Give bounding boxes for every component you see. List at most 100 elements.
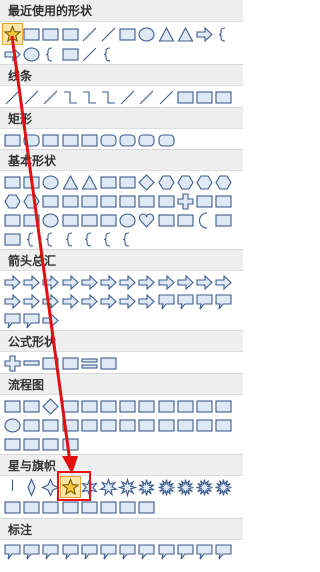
elbow-arrow-shape-icon[interactable] bbox=[80, 87, 99, 107]
fc-data-shape-icon[interactable] bbox=[61, 396, 80, 416]
star24-shape-icon[interactable] bbox=[195, 477, 214, 497]
lightning-shape-icon[interactable] bbox=[157, 210, 176, 230]
cross-shape-icon[interactable] bbox=[176, 191, 195, 211]
triangle-shape-icon[interactable] bbox=[157, 24, 176, 44]
arrow-down-shape-icon[interactable] bbox=[3, 44, 22, 64]
star5-shape-icon[interactable] bbox=[1, 23, 24, 45]
fc-magdisk-shape-icon[interactable] bbox=[22, 434, 41, 454]
bracket-shape-icon[interactable] bbox=[41, 44, 60, 64]
moon-shape-icon[interactable] bbox=[195, 210, 214, 230]
plaque-shape-icon[interactable] bbox=[195, 191, 214, 211]
curve-s-shape-icon[interactable] bbox=[118, 87, 137, 107]
callout-border1-shape-icon[interactable] bbox=[195, 541, 214, 561]
explosion1-shape-icon[interactable] bbox=[3, 477, 22, 497]
vtextbox-shape-icon[interactable] bbox=[22, 172, 41, 192]
callout-rect-shape-icon[interactable] bbox=[3, 541, 22, 561]
arrow-right-shape-icon[interactable] bbox=[3, 272, 22, 292]
callout-quad-shape-icon[interactable] bbox=[22, 310, 41, 330]
cloud-shape-icon[interactable] bbox=[214, 210, 233, 230]
brace-l-shape-icon[interactable] bbox=[99, 44, 118, 64]
oval-shape-icon[interactable] bbox=[41, 172, 60, 192]
arrow-chevron-shape-icon[interactable] bbox=[137, 291, 156, 311]
curve-dbl-shape-icon[interactable] bbox=[157, 87, 176, 107]
cube-shape-icon[interactable] bbox=[3, 210, 22, 230]
callout-line1-shape-icon[interactable] bbox=[80, 541, 99, 561]
scribble-shape-icon[interactable] bbox=[214, 87, 233, 107]
callout-oval-shape-icon[interactable] bbox=[41, 541, 60, 561]
rect-shape-icon[interactable] bbox=[118, 24, 137, 44]
diagstripe-shape-icon[interactable] bbox=[157, 191, 176, 211]
line-diag-shape-icon[interactable] bbox=[99, 24, 118, 44]
hexagon-shape-icon[interactable] bbox=[176, 172, 195, 192]
arrow-bent-shape-icon[interactable] bbox=[157, 272, 176, 292]
round2-shape-icon[interactable] bbox=[137, 130, 156, 150]
arrow-quad-shape-icon[interactable] bbox=[118, 272, 137, 292]
arrow-uturn-shape-icon[interactable] bbox=[176, 272, 195, 292]
noSymbol-shape-icon[interactable] bbox=[61, 210, 80, 230]
smiley-shape-icon[interactable] bbox=[118, 210, 137, 230]
fc-or-shape-icon[interactable] bbox=[99, 415, 118, 435]
fc-process-shape-icon[interactable] bbox=[3, 396, 22, 416]
parallelogram-shape-icon[interactable] bbox=[99, 172, 118, 192]
fc-card-shape-icon[interactable] bbox=[41, 415, 60, 435]
star32-shape-icon[interactable] bbox=[214, 477, 233, 497]
arrow-curved-l-shape-icon[interactable] bbox=[22, 291, 41, 311]
multiply-shape-icon[interactable] bbox=[41, 353, 60, 373]
heart-shape-icon[interactable] bbox=[137, 210, 156, 230]
doublewave-shape-icon[interactable] bbox=[137, 497, 156, 517]
lshape-shape-icon[interactable] bbox=[137, 191, 156, 211]
arrow-down-shape-icon[interactable] bbox=[61, 272, 80, 292]
pentagon-shape-icon[interactable] bbox=[157, 172, 176, 192]
bracket-r-shape-icon[interactable] bbox=[80, 229, 99, 249]
callout-line2-shape-icon[interactable] bbox=[99, 541, 118, 561]
fc-sumjunction-shape-icon[interactable] bbox=[80, 415, 99, 435]
elbow-dbl-shape-icon[interactable] bbox=[99, 87, 118, 107]
line-dbl-arrow-shape-icon[interactable] bbox=[41, 87, 60, 107]
line-shape-icon[interactable] bbox=[80, 24, 99, 44]
fc-decision-shape-icon[interactable] bbox=[41, 396, 60, 416]
arrow-striped-shape-icon[interactable] bbox=[80, 291, 99, 311]
arrow-bentup-shape-icon[interactable] bbox=[214, 272, 233, 292]
wave-shape-icon[interactable] bbox=[118, 497, 137, 517]
bracket-l-shape-icon[interactable] bbox=[61, 229, 80, 249]
arrow-up-shape-icon[interactable] bbox=[41, 272, 60, 292]
textbox-shape-icon[interactable] bbox=[3, 172, 22, 192]
callout-u-shape-icon[interactable] bbox=[214, 291, 233, 311]
line-shape-icon[interactable] bbox=[3, 87, 22, 107]
heptagon-shape-icon[interactable] bbox=[195, 172, 214, 192]
fc-tape-shape-icon[interactable] bbox=[61, 415, 80, 435]
snip-diag-shape-icon[interactable] bbox=[80, 130, 99, 150]
rtriangle-shape-icon[interactable] bbox=[80, 172, 99, 192]
arrow-curved-u-shape-icon[interactable] bbox=[41, 291, 60, 311]
fc-delay-shape-icon[interactable] bbox=[214, 415, 233, 435]
callout-acc1-shape-icon[interactable] bbox=[137, 541, 156, 561]
curve-arrow-shape-icon[interactable] bbox=[137, 87, 156, 107]
textbox-shape-icon[interactable] bbox=[41, 24, 60, 44]
callout-r-shape-icon[interactable] bbox=[157, 291, 176, 311]
snip1-shape-icon[interactable] bbox=[41, 130, 60, 150]
trapezoid-shape-icon[interactable] bbox=[118, 172, 137, 192]
teardrop-shape-icon[interactable] bbox=[80, 191, 99, 211]
arrow-right-shape-icon[interactable] bbox=[195, 24, 214, 44]
fc-document-shape-icon[interactable] bbox=[118, 396, 137, 416]
arrow-curved-d-shape-icon[interactable] bbox=[61, 291, 80, 311]
minus-shape-icon[interactable] bbox=[22, 353, 41, 373]
rect-shape-icon[interactable] bbox=[3, 130, 22, 150]
callout-acc2-shape-icon[interactable] bbox=[157, 541, 176, 561]
vtextbox-shape-icon[interactable] bbox=[61, 24, 80, 44]
fc-terminator-shape-icon[interactable] bbox=[157, 396, 176, 416]
folded-shape-icon[interactable] bbox=[99, 210, 118, 230]
chord-shape-icon[interactable] bbox=[61, 191, 80, 211]
round-rect-shape-icon[interactable] bbox=[22, 130, 41, 150]
shape-oval-flow-shape-icon[interactable] bbox=[22, 44, 41, 64]
fc-directaccess-shape-icon[interactable] bbox=[41, 434, 60, 454]
callout-border2-shape-icon[interactable] bbox=[214, 541, 233, 561]
fc-alt-shape-icon[interactable] bbox=[22, 396, 41, 416]
arrow-circular-shape-icon[interactable] bbox=[41, 310, 60, 330]
callout-line3-shape-icon[interactable] bbox=[118, 541, 137, 561]
fc-sort-shape-icon[interactable] bbox=[137, 415, 156, 435]
arc-shape-icon[interactable] bbox=[3, 229, 22, 249]
arrow-left-shape-icon[interactable] bbox=[22, 272, 41, 292]
fc-stored-shape-icon[interactable] bbox=[195, 415, 214, 435]
callout-cloud-shape-icon[interactable] bbox=[61, 541, 80, 561]
